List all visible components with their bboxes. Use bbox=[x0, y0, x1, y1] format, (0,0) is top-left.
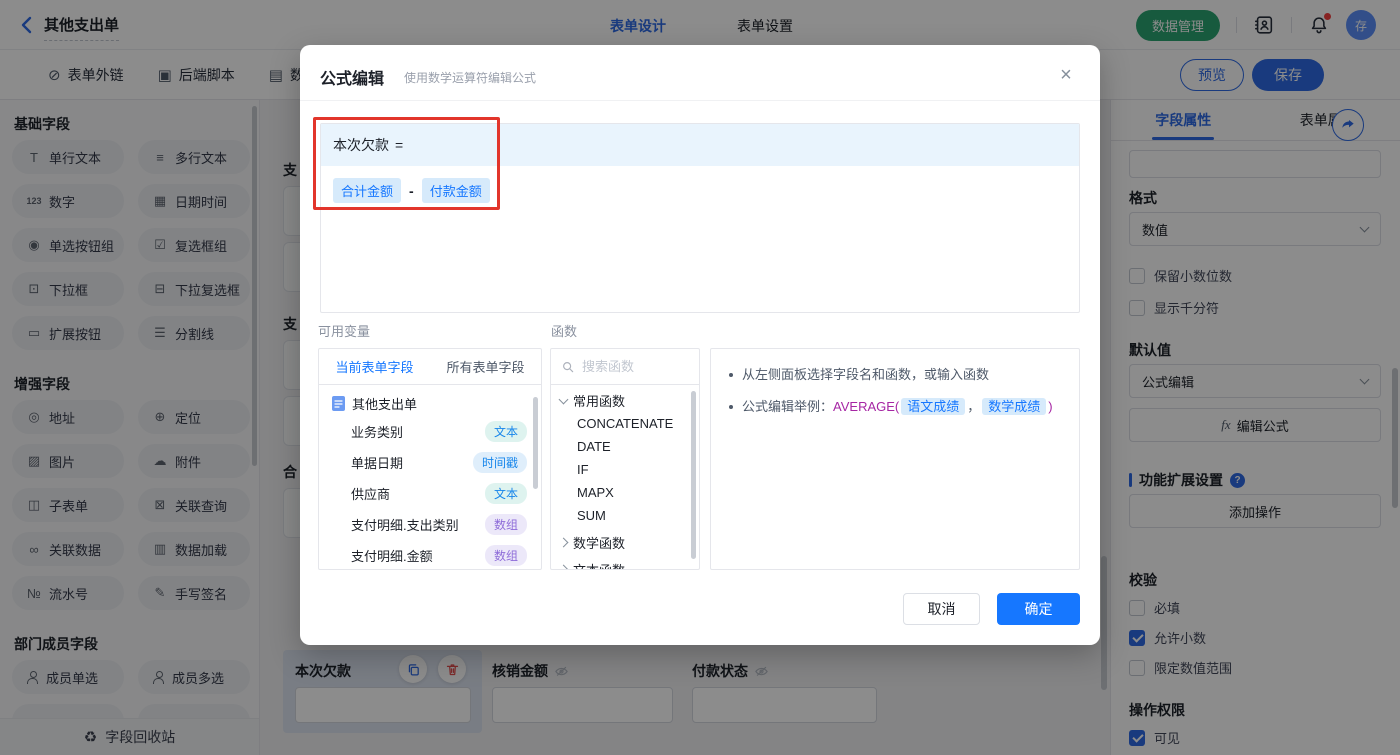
example-field-chip: 数学成绩 bbox=[982, 398, 1047, 415]
search-icon bbox=[563, 361, 574, 372]
example-function-name: AVERAGE( bbox=[833, 399, 900, 414]
functions-section-label: 函数 bbox=[551, 324, 578, 339]
app-window: 其他支出单 表单设计 表单设置 数据管理 存 ⊘ 表单外链 ▣ 后端脚本 ▤ 预… bbox=[0, 0, 1400, 755]
function-group-common[interactable]: 常用函数 bbox=[551, 385, 699, 412]
annotation-highlight-box bbox=[313, 117, 500, 210]
bullet-icon bbox=[729, 405, 733, 409]
function-item[interactable]: IF bbox=[551, 458, 699, 481]
variable-row[interactable]: 单据日期 时间戳 bbox=[319, 447, 541, 478]
type-badge: 时间戳 bbox=[472, 452, 527, 473]
tab-all-form-fields[interactable]: 所有表单字段 bbox=[430, 349, 541, 384]
variable-row[interactable]: 业务类别 文本 bbox=[319, 416, 541, 447]
document-icon bbox=[332, 396, 345, 411]
bullet-icon bbox=[729, 373, 733, 377]
hint-line-2: 公式编辑举例：AVERAGE(语文成绩，数学成绩) bbox=[729, 397, 1061, 416]
variables-root-node[interactable]: 其他支出单 bbox=[319, 385, 541, 416]
function-item[interactable]: CONCATENATE bbox=[551, 412, 699, 435]
hint-panel: 从左侧面板选择字段名和函数，或输入函数 公式编辑举例：AVERAGE(语文成绩，… bbox=[710, 348, 1080, 570]
function-group-math[interactable]: 数学函数 bbox=[551, 527, 699, 554]
functions-scrollbar[interactable] bbox=[691, 391, 696, 559]
modal-header-divider bbox=[300, 100, 1100, 101]
example-close-paren: ) bbox=[1048, 399, 1053, 414]
chevron-down-icon bbox=[558, 394, 569, 404]
type-badge: 文本 bbox=[484, 483, 527, 504]
modal-title: 公式编辑 bbox=[320, 71, 385, 88]
chevron-right-icon bbox=[558, 564, 569, 569]
variable-row[interactable]: 供应商 文本 bbox=[319, 478, 541, 509]
variables-tabs: 当前表单字段 所有表单字段 bbox=[319, 349, 541, 385]
variables-scrollbar[interactable] bbox=[533, 397, 538, 489]
tab-current-form-fields[interactable]: 当前表单字段 bbox=[319, 349, 430, 384]
search-function-input[interactable] bbox=[582, 359, 682, 374]
function-item[interactable]: SUM bbox=[551, 504, 699, 527]
type-badge: 文本 bbox=[484, 421, 527, 442]
function-group-text[interactable]: 文本函数 bbox=[551, 554, 699, 569]
modal-subtitle: 使用数学运算符编辑公式 bbox=[404, 71, 537, 85]
type-badge: 数组 bbox=[484, 545, 527, 566]
close-icon[interactable]: × bbox=[1052, 61, 1080, 89]
confirm-button[interactable]: 确定 bbox=[997, 593, 1080, 625]
function-item[interactable]: MAPX bbox=[551, 481, 699, 504]
hint-line-1: 从左侧面板选择字段名和函数，或输入函数 bbox=[729, 365, 1061, 384]
function-search bbox=[551, 349, 699, 385]
variables-panel: 当前表单字段 所有表单字段 其他支出单 业务类别 文本 单据日期 时间戳 供应商 文本… bbox=[318, 348, 542, 570]
variables-section-label: 可用变量 bbox=[318, 324, 371, 339]
chevron-right-icon bbox=[558, 537, 569, 548]
cancel-button[interactable]: 取消 bbox=[903, 593, 980, 625]
type-badge: 数组 bbox=[484, 514, 527, 535]
variable-row[interactable]: 支付明细.金额 数组 bbox=[319, 540, 541, 569]
functions-panel: 常用函数 CONCATENATE DATE IF MAPX SUM 数学函数 文… bbox=[550, 348, 700, 570]
variable-row[interactable]: 支付明细.支出类别 数组 bbox=[319, 509, 541, 540]
example-field-chip: 语文成绩 bbox=[901, 398, 966, 415]
function-item[interactable]: DATE bbox=[551, 435, 699, 458]
